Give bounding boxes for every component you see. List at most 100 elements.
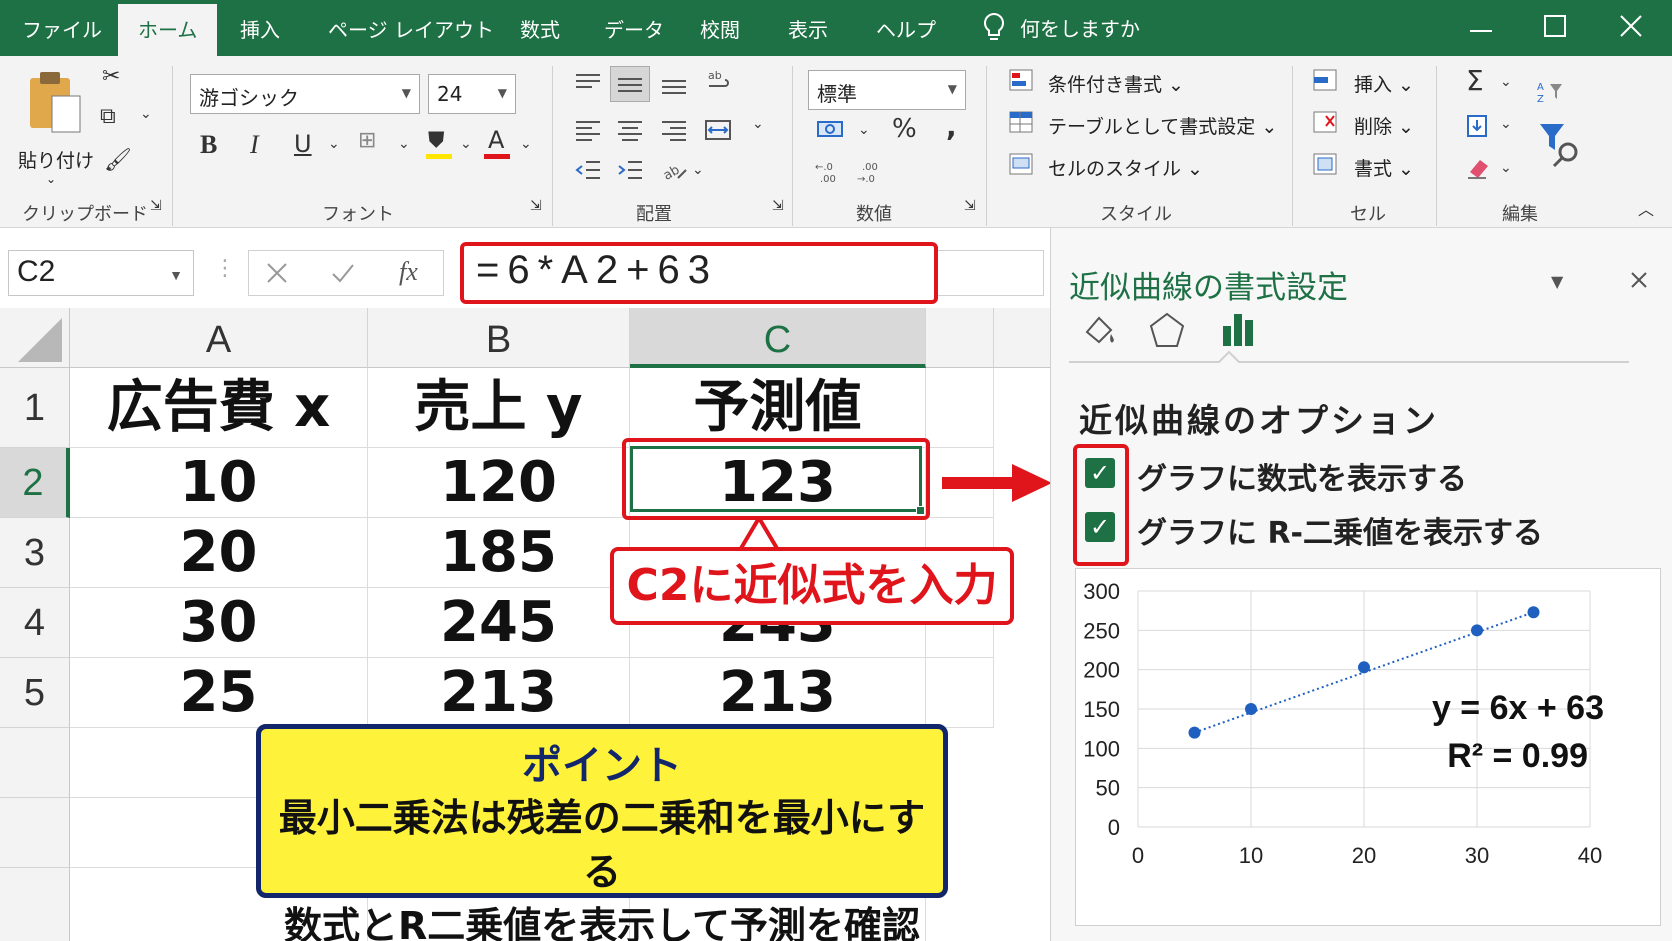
align-left-icon[interactable]: [574, 118, 602, 142]
tab-home[interactable]: ホーム: [118, 4, 218, 56]
cell-a3[interactable]: 20: [70, 518, 368, 588]
paste-button[interactable]: 貼り付け ⌄: [18, 68, 94, 188]
conditional-format-icon[interactable]: [1008, 68, 1036, 92]
tab-insert[interactable]: 挿入: [240, 14, 280, 43]
format-painter-icon[interactable]: 🖌: [104, 148, 132, 173]
cell-b1[interactable]: 売上 y: [368, 368, 630, 448]
chevron-down-icon[interactable]: ⌄: [692, 162, 704, 178]
format-as-table-icon[interactable]: [1008, 110, 1036, 134]
percent-button[interactable]: %: [892, 114, 917, 144]
format-cells-icon[interactable]: [1312, 152, 1340, 176]
cell-d1[interactable]: [926, 368, 994, 448]
chevron-down-icon[interactable]: ⌄: [140, 106, 152, 122]
tab-page-layout[interactable]: ページ レイアウト: [328, 14, 494, 43]
tab-file[interactable]: ファイル: [22, 14, 102, 43]
format-cells-button[interactable]: 書式 ⌄: [1354, 154, 1414, 181]
find-select-icon[interactable]: [1538, 122, 1582, 170]
fill-handle[interactable]: [916, 506, 925, 515]
insert-function-button[interactable]: fx: [399, 257, 418, 287]
dialog-launcher-icon[interactable]: ⇲: [150, 198, 162, 214]
delete-cells-button[interactable]: 削除 ⌄: [1354, 112, 1414, 139]
cell-b3[interactable]: 185: [368, 518, 630, 588]
more-options-icon[interactable]: ⋮: [214, 256, 236, 281]
underline-button[interactable]: U: [294, 130, 312, 158]
merge-center-icon[interactable]: [704, 118, 732, 142]
cancel-icon[interactable]: [265, 261, 289, 285]
chevron-down-icon[interactable]: ⌄: [1500, 116, 1512, 132]
column-header-a[interactable]: A: [70, 308, 368, 368]
maximize-icon[interactable]: [1542, 6, 1568, 46]
dialog-launcher-icon[interactable]: ⇲: [964, 198, 976, 214]
comma-button[interactable]: ,: [946, 110, 957, 143]
cell-c1[interactable]: 予測値: [630, 368, 926, 448]
chevron-down-icon[interactable]: ⌄: [460, 136, 472, 152]
cell-b5[interactable]: 213: [368, 658, 630, 728]
insert-cells-icon[interactable]: [1312, 68, 1340, 92]
orientation-icon[interactable]: ab: [660, 158, 688, 182]
increase-indent-icon[interactable]: [616, 158, 644, 182]
display-r2-checkbox[interactable]: ✓: [1085, 512, 1115, 542]
delete-cells-icon[interactable]: [1312, 110, 1340, 134]
row-header-3[interactable]: 3: [0, 518, 70, 588]
copy-icon[interactable]: ⧉: [100, 104, 116, 129]
cell-b2[interactable]: 120: [368, 448, 630, 518]
row-header-5[interactable]: 5: [0, 658, 70, 728]
chevron-down-icon[interactable]: ⌄: [520, 136, 532, 152]
row-header-2[interactable]: 2: [0, 448, 70, 518]
dialog-launcher-icon[interactable]: ⇲: [772, 198, 784, 214]
fill-icon[interactable]: [1464, 114, 1492, 138]
tab-formulas[interactable]: 数式: [520, 14, 560, 43]
cell-c5[interactable]: 213: [630, 658, 926, 728]
font-name-combo[interactable]: 游ゴシック ▼: [190, 74, 420, 114]
row-header-7[interactable]: [0, 798, 70, 868]
pane-close-icon[interactable]: [1629, 270, 1649, 290]
currency-icon[interactable]: [816, 118, 844, 142]
display-equation-checkbox[interactable]: ✓: [1085, 458, 1115, 488]
chevron-down-icon[interactable]: ⌄: [1500, 160, 1512, 176]
formula-input[interactable]: =6*A2+63: [460, 242, 938, 304]
pane-options-chevron-icon[interactable]: ▼: [1551, 272, 1563, 291]
increase-decimal-icon[interactable]: ←.0.00: [814, 160, 842, 184]
fill-line-tab-icon[interactable]: [1079, 310, 1119, 350]
column-header-e[interactable]: [994, 308, 1050, 368]
tab-data[interactable]: データ: [604, 14, 664, 43]
trendline-options-tab-icon[interactable]: [1219, 308, 1259, 348]
wrap-text-icon[interactable]: ab: [706, 68, 734, 92]
close-icon[interactable]: [1618, 6, 1644, 46]
chevron-down-icon[interactable]: ⌄: [1500, 74, 1512, 90]
enter-check-icon[interactable]: [331, 261, 355, 285]
cell-a4[interactable]: 30: [70, 588, 368, 658]
select-all-button[interactable]: [0, 308, 70, 368]
tell-me-box[interactable]: 何をしますか: [982, 12, 1140, 42]
number-format-combo[interactable]: 標準 ▼: [808, 70, 966, 110]
cut-icon[interactable]: ✂: [102, 64, 120, 89]
collapse-ribbon-icon[interactable]: ︿: [1638, 196, 1654, 220]
border-icon[interactable]: ⊞: [358, 128, 376, 153]
align-right-icon[interactable]: [660, 118, 688, 142]
minimize-icon[interactable]: [1468, 6, 1494, 46]
cell-a2[interactable]: 10: [70, 448, 368, 518]
cell-styles-icon[interactable]: [1008, 152, 1036, 176]
tab-help[interactable]: ヘルプ: [876, 14, 936, 43]
dialog-launcher-icon[interactable]: ⇲: [530, 198, 542, 214]
conditional-format-button[interactable]: 条件付き書式 ⌄: [1048, 70, 1184, 97]
bold-button[interactable]: B: [200, 130, 217, 160]
effects-tab-icon[interactable]: [1147, 310, 1187, 350]
sort-filter-icon[interactable]: AZ: [1536, 80, 1564, 104]
autosum-icon[interactable]: Σ: [1466, 64, 1484, 97]
chevron-down-icon[interactable]: ⌄: [752, 116, 764, 132]
row-header-1[interactable]: 1: [0, 368, 70, 448]
chevron-down-icon[interactable]: ⌄: [858, 122, 870, 138]
cell-a1[interactable]: 広告費 x: [70, 368, 368, 448]
font-size-combo[interactable]: 24 ▼: [428, 74, 516, 114]
chevron-down-icon[interactable]: ⌄: [328, 136, 340, 152]
align-top-icon[interactable]: [574, 72, 602, 96]
decrease-indent-icon[interactable]: [574, 158, 602, 182]
cell-styles-button[interactable]: セルのスタイル ⌄: [1048, 154, 1203, 181]
tab-review[interactable]: 校閲: [700, 14, 740, 43]
fill-color-button[interactable]: ⛊: [426, 128, 454, 160]
cell-b4[interactable]: 245: [368, 588, 630, 658]
column-header-c[interactable]: C: [630, 308, 926, 368]
column-header-d[interactable]: [926, 308, 994, 368]
cell-d5[interactable]: [926, 658, 994, 728]
